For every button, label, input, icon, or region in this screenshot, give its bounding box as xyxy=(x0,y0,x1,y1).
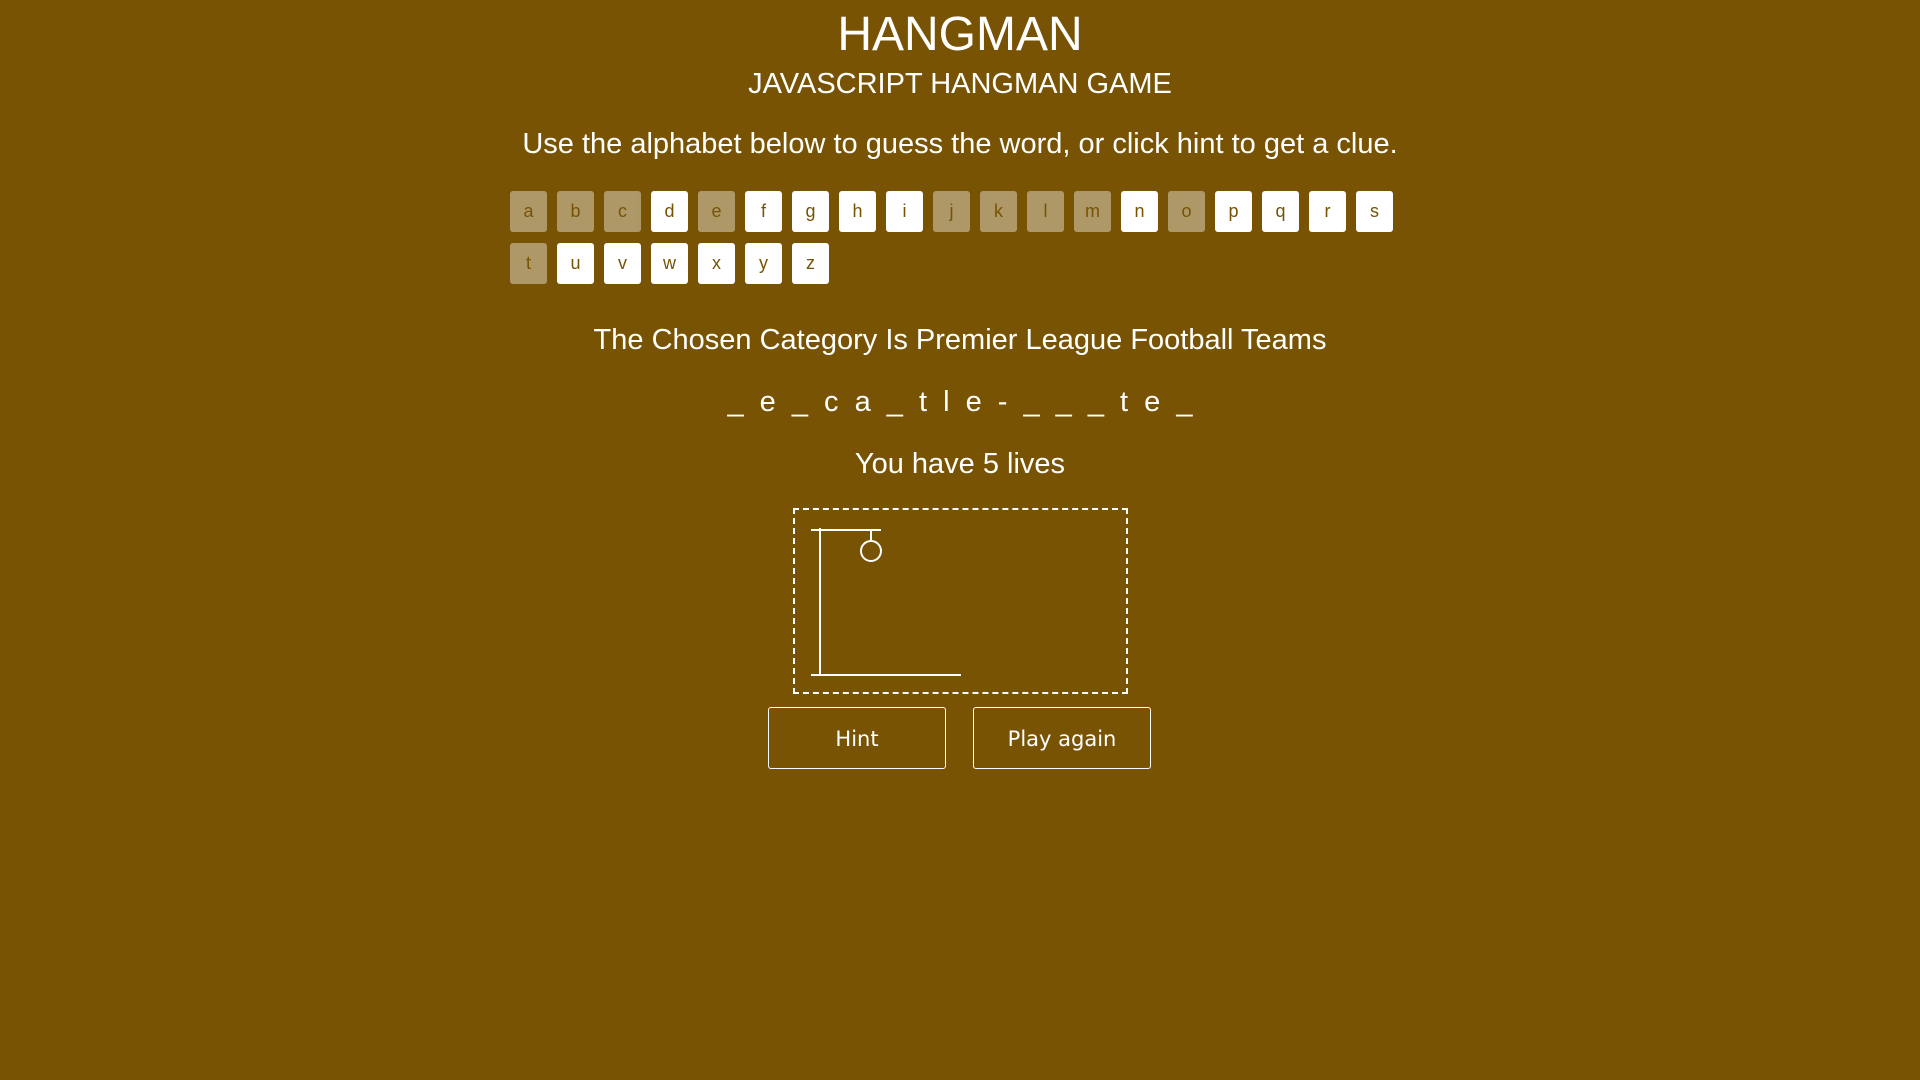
letter-button-b: b xyxy=(557,191,594,232)
letter-button-r[interactable]: r xyxy=(1309,191,1346,232)
word-display: _ e _ c a _ t l e - _ _ _ t e _ xyxy=(727,386,1193,418)
page-title: HANGMAN xyxy=(837,8,1083,61)
letter-button-l: l xyxy=(1027,191,1064,232)
hangman-drawing xyxy=(811,528,961,676)
letter-button-h[interactable]: h xyxy=(839,191,876,232)
letter-button-v[interactable]: v xyxy=(604,243,641,284)
hangman-head xyxy=(860,540,882,562)
hint-button[interactable]: Hint xyxy=(768,707,946,769)
letter-button-i[interactable]: i xyxy=(886,191,923,232)
lives-counter: You have 5 lives xyxy=(854,448,1066,480)
letter-button-o: o xyxy=(1168,191,1205,232)
alphabet-buttons: abcdefghijklmnopqrs tuvwxyz xyxy=(510,191,1410,291)
letter-button-p[interactable]: p xyxy=(1215,191,1252,232)
letter-button-j: j xyxy=(933,191,970,232)
page-subtitle: JAVASCRIPT HANGMAN GAME xyxy=(748,68,1172,100)
letter-button-g[interactable]: g xyxy=(792,191,829,232)
letter-button-m: m xyxy=(1074,191,1111,232)
letter-button-z[interactable]: z xyxy=(792,243,829,284)
letter-button-w[interactable]: w xyxy=(651,243,688,284)
letter-button-s[interactable]: s xyxy=(1356,191,1393,232)
letter-button-k: k xyxy=(980,191,1017,232)
letter-button-c: c xyxy=(604,191,641,232)
letter-button-e: e xyxy=(698,191,735,232)
category-text: The Chosen Category Is Premier League Fo… xyxy=(593,324,1327,356)
letter-button-d[interactable]: d xyxy=(651,191,688,232)
letter-button-a: a xyxy=(510,191,547,232)
letter-button-q[interactable]: q xyxy=(1262,191,1299,232)
letter-button-x[interactable]: x xyxy=(698,243,735,284)
letter-button-t: t xyxy=(510,243,547,284)
play-again-button[interactable]: Play again xyxy=(973,707,1151,769)
instructions-text: Use the alphabet below to guess the word… xyxy=(522,128,1398,160)
letter-button-f[interactable]: f xyxy=(745,191,782,232)
letter-button-y[interactable]: y xyxy=(745,243,782,284)
game-container: HANGMAN JAVASCRIPT HANGMAN GAME Use the … xyxy=(0,0,1920,1080)
letter-button-n[interactable]: n xyxy=(1121,191,1158,232)
letter-button-u[interactable]: u xyxy=(557,243,594,284)
hangman-canvas xyxy=(793,508,1128,694)
